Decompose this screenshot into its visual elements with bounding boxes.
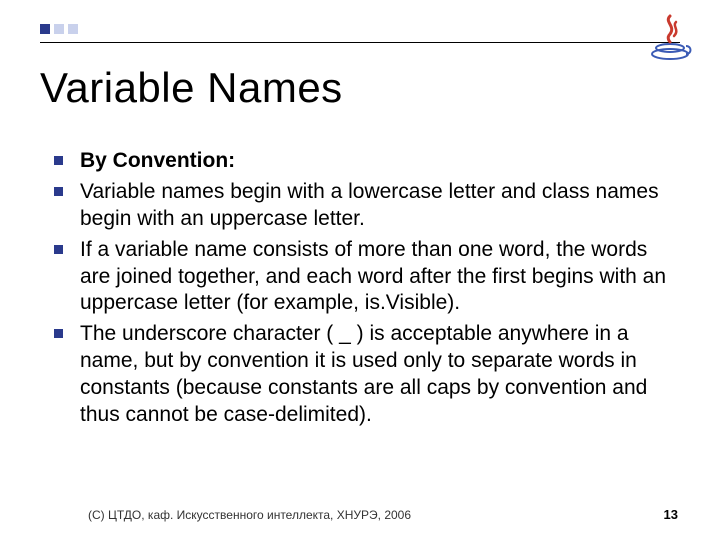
accent-square (54, 24, 64, 34)
list-item: The underscore character ( _ ) is accept… (54, 321, 672, 429)
java-logo-icon (640, 8, 696, 64)
list-item: By Convention: (54, 148, 672, 175)
list-item-text: Variable names begin with a lowercase le… (80, 180, 659, 230)
accent-square (68, 24, 78, 34)
page-title: Variable Names (40, 64, 343, 112)
list-item: Variable names begin with a lowercase le… (54, 179, 672, 233)
page-number: 13 (664, 507, 678, 522)
list-item-text: The underscore character ( _ ) is accept… (80, 322, 647, 426)
list-item-text: If a variable name consists of more than… (80, 238, 666, 315)
accent-squares (40, 24, 78, 34)
footer-text: (С) ЦТДО, каф. Искусственного интеллекта… (88, 508, 411, 522)
list-item-text: By Convention: (80, 149, 235, 172)
divider (40, 42, 680, 43)
body-content: By Convention: Variable names begin with… (54, 148, 672, 433)
bullet-list: By Convention: Variable names begin with… (54, 148, 672, 429)
slide: Variable Names By Convention: Variable n… (0, 0, 720, 540)
accent-square (40, 24, 50, 34)
list-item: If a variable name consists of more than… (54, 237, 672, 318)
